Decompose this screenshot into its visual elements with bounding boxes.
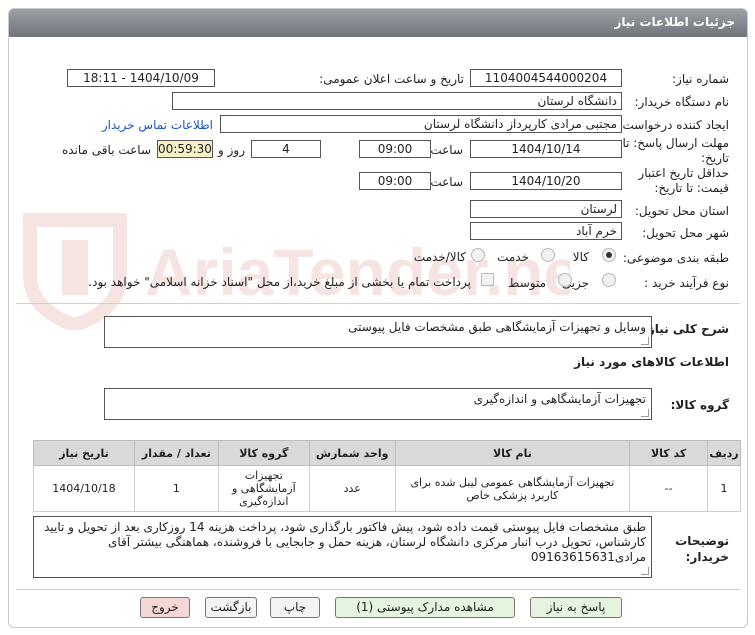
reply-button[interactable]: پاسخ به نیاز [530,597,622,618]
purchase-type-radio-medium[interactable] [558,273,572,287]
remaining-days-field: 4 [251,140,321,158]
announce-datetime-label: تاریخ و ساعت اعلان عمومی: [319,72,464,86]
remaining-days-label: روز و [218,143,245,157]
creator-label: ایجاد کننده درخواست: [618,118,729,132]
purchase-type-option-medium: متوسط [508,276,546,290]
cell-unit: عدد [308,465,396,512]
province-field: لرستان [470,200,622,218]
back-button[interactable]: بازگشت [205,597,257,618]
summary-textarea: وسایل و تجهیزات آزمایشگاهی طبق مشخصات فا… [104,316,652,348]
buyer-notes-text: طبق مشخصات فایل پیوستی قیمت داده شود، پی… [44,520,646,564]
category-label: طبقه بندی موضوعی: [622,251,729,265]
cell-qty: 1 [133,465,219,512]
cell-code: -- [629,465,709,512]
category-option-service: خدمت [497,250,529,264]
response-deadline-time-field: 09:00 [359,140,431,158]
treasury-payment-checkbox[interactable] [481,273,494,286]
cell-row: 1 [707,465,741,512]
price-validity-time-field: 09:00 [359,172,431,190]
city-label: شهر محل تحویل: [642,226,729,240]
buyer-notes-label: توضیحات خریدار: [675,534,729,564]
col-header-group: گروه کالا [217,440,310,466]
buyer-notes-textarea: طبق مشخصات فایل پیوستی قیمت داده شود، پی… [33,516,652,578]
purchase-type-label: نوع فرآیند خرید : [644,276,729,290]
col-header-qty: تعداد / مقدار [133,440,219,466]
goods-group-textarea: تجهیزات آزمایشگاهی و اندازه‌گیری [104,388,652,420]
col-header-code: کد کالا [629,440,709,466]
summary-text: وسایل و تجهیزات آزمایشگاهی طبق مشخصات فا… [348,320,646,334]
remaining-time-label: ساعت باقی مانده [61,143,151,157]
buyer-org-field: دانشگاه لرستان [172,92,622,110]
goods-table: ردیف کد کالا نام کالا واحد شمارش گروه کا… [33,440,741,512]
response-deadline-label: مهلت ارسال پاسخ: تا تاریخ: [622,136,729,165]
print-button[interactable]: چاپ [270,597,320,618]
col-header-name: نام کالا [394,440,631,466]
need-number-field: 1104004544000204 [470,69,622,87]
summary-label: شرح کلی نیاز: [643,322,729,336]
category-radio-service[interactable] [541,248,555,262]
need-number-label: شماره نیاز: [672,72,729,86]
resize-handle-icon[interactable] [641,567,649,575]
col-header-unit: واحد شمارش [308,440,396,466]
price-validity-label: حداقل تاریخ اعتبار قیمت: تا تاریخ: [638,166,729,195]
resize-handle-icon[interactable] [641,409,649,417]
table-header-row: ردیف کد کالا نام کالا واحد شمارش گروه کا… [33,440,741,466]
city-field: خرم آباد [470,222,622,240]
announce-datetime-field: 1404/10/09 - 18:11 [67,69,215,87]
cell-group: تجهیزات آزمایشگاهی و اندازه‌گیری [217,465,310,512]
footer-divider [16,589,740,590]
goods-section-title: اطلاعات کالاهای مورد نیاز [574,355,729,369]
response-deadline-time-label: ساعت [430,143,463,157]
category-option-goods: کالا [572,250,589,264]
buyer-contact-link[interactable]: اطلاعات تماس خریدار [102,118,213,132]
page-title: جزئیات اطلاعات نیاز [614,15,735,29]
section-divider [16,303,740,304]
view-attachments-button[interactable]: مشاهده مدارک پیوستی (1) [335,597,515,618]
goods-group-text: تجهیزات آزمایشگاهی و اندازه‌گیری [473,392,646,406]
exit-button[interactable]: خروج [140,597,190,618]
cell-name: تجهیزات آزمایشگاهی عمومی لیبل شده برای ک… [394,465,631,512]
category-radio-goods[interactable] [602,248,616,262]
treasury-payment-note: پرداخت تمام یا بخشی از مبلغ خرید،از محل … [88,275,471,289]
purchase-type-radio-minor[interactable] [602,273,616,287]
category-option-goods-service: کالا/خدمت [413,250,466,264]
table-row: 1 -- تجهیزات آزمایشگاهی عمومی لیبل شده ب… [33,465,741,512]
category-radio-goods-service[interactable] [471,248,485,262]
col-header-row: ردیف [707,440,741,466]
price-validity-time-label: ساعت [430,175,463,189]
remaining-time-field: 00:59:30 [157,140,213,158]
province-label: استان محل تحویل: [634,204,729,218]
creator-field: مجتبی مرادی کارپرداز دانشگاه لرستان [220,115,622,133]
response-deadline-date-field: 1404/10/14 [470,140,622,158]
cell-date: 1404/10/18 [33,465,135,512]
panel-header: جزئیات اطلاعات نیاز [9,9,747,37]
buyer-org-label: نام دستگاه خریدار: [634,95,730,109]
col-header-date: تاریخ نیاز [33,440,135,466]
goods-group-label: گروه کالا: [670,398,729,412]
price-validity-date-field: 1404/10/20 [470,172,622,190]
resize-handle-icon[interactable] [641,337,649,345]
